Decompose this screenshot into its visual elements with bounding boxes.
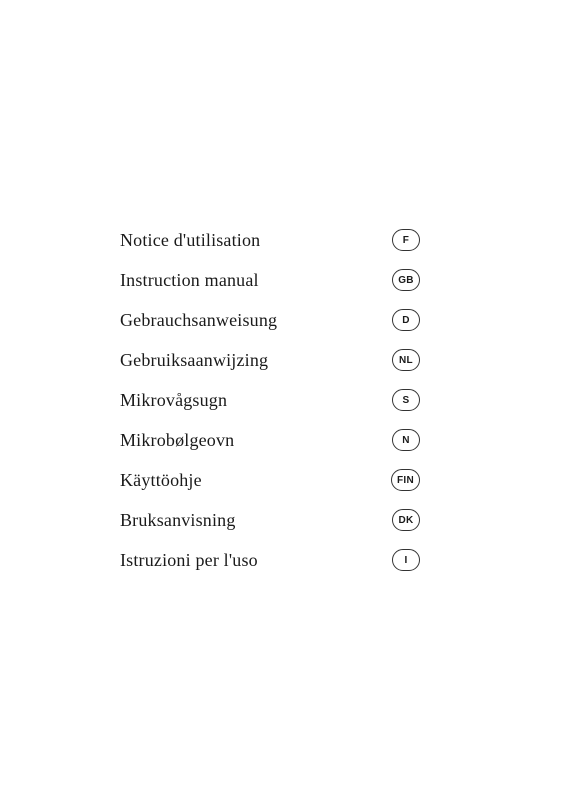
menu-item-label: Gebruiksaanwijzing <box>120 350 268 371</box>
menu-item[interactable]: Notice d'utilisation F <box>120 220 420 260</box>
lang-badge: DK <box>392 509 420 531</box>
menu-item[interactable]: Bruksanvisning DK <box>120 500 420 540</box>
menu-item-label: Bruksanvisning <box>120 510 236 531</box>
menu-item[interactable]: Käyttöohje FIN <box>120 460 420 500</box>
page-container: Notice d'utilisation F Instruction manual G… <box>0 0 565 800</box>
menu-item-label: Notice d'utilisation <box>120 230 260 251</box>
menu-item-label: Gebrauchsanweisung <box>120 310 277 331</box>
menu-item[interactable]: Gebrauchsanweisung D <box>120 300 420 340</box>
menu-item[interactable]: Mikrovågsugn S <box>120 380 420 420</box>
menu-item-label: Mikrobølgeovn <box>120 430 234 451</box>
menu-item-label: Käyttöohje <box>120 470 202 491</box>
lang-badge: NL <box>392 349 420 371</box>
menu-item[interactable]: Istruzioni per l'uso I <box>120 540 420 580</box>
language-menu-list: Notice d'utilisation F Instruction manual G… <box>120 220 420 580</box>
lang-badge: GB <box>392 269 420 291</box>
menu-item-label: Mikrovågsugn <box>120 390 227 411</box>
menu-item-label: Instruction manual <box>120 270 259 291</box>
lang-badge: D <box>392 309 420 331</box>
menu-item[interactable]: Gebruiksaanwijzing NL <box>120 340 420 380</box>
lang-badge: N <box>392 429 420 451</box>
menu-item-label: Istruzioni per l'uso <box>120 550 258 571</box>
lang-badge: FIN <box>391 469 420 491</box>
lang-badge: I <box>392 549 420 571</box>
lang-badge: S <box>392 389 420 411</box>
lang-badge: F <box>392 229 420 251</box>
menu-item[interactable]: Instruction manual GB <box>120 260 420 300</box>
menu-item[interactable]: Mikrobølgeovn N <box>120 420 420 460</box>
